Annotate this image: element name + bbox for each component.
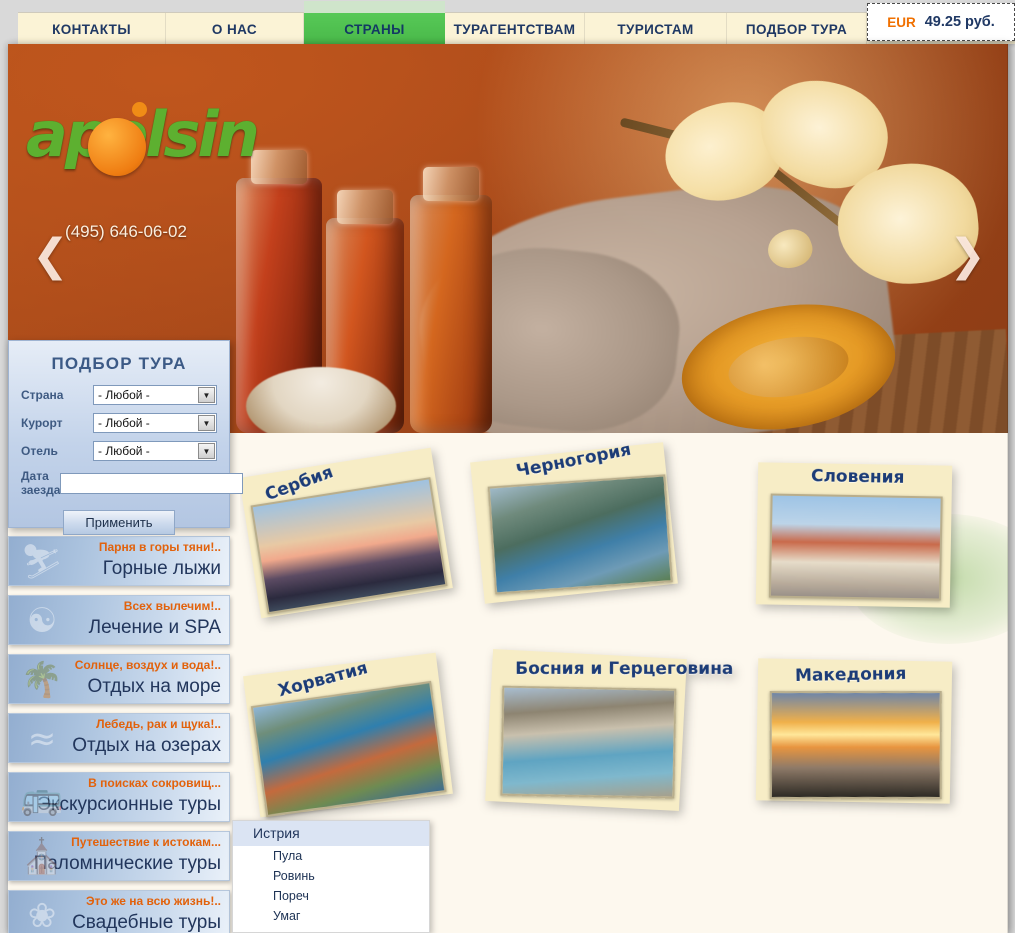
nav-tab-1[interactable]: КОНТАКТЫ (18, 13, 166, 45)
picker-field-label: Страна (21, 388, 93, 402)
banner-next-arrow-icon[interactable]: ❯ (949, 234, 986, 278)
country-stamp[interactable]: Черногория (460, 433, 688, 614)
chevron-down-icon[interactable]: ▼ (198, 415, 215, 431)
chevron-down-icon[interactable]: ▼ (198, 443, 215, 459)
stamp-photo (488, 474, 673, 594)
resort-dropdown-list: ПулаРовиньПоречУмаг (233, 846, 429, 926)
sidebar-item-tagline: Это же на всю жизнь!.. (9, 894, 221, 909)
nav-tab-5[interactable]: ТУРИСТАМ (585, 13, 727, 45)
banner-oil-bottle (410, 195, 492, 433)
resort-dropdown-header: Истрия (233, 821, 429, 846)
sidebar-item-label: Отдых на озерах (9, 732, 221, 759)
picker-field-label: Отель (21, 444, 93, 458)
sidebar-item-5[interactable]: 🚌В поисках сокровищ...Экскурсионные туры (8, 772, 230, 822)
tour-picker-fields: Страна- Любой -▼Курорт- Любой -▼Отель- Л… (21, 385, 217, 497)
stamp-country-label: Босния и Герцеговина (515, 659, 733, 679)
apply-button[interactable]: Применить (63, 510, 175, 535)
sidebar-item-label: Паломнические туры (9, 850, 221, 877)
stamp-photo (500, 686, 676, 799)
date-input[interactable] (60, 473, 243, 494)
sidebar-item-tagline: Солнце, воздух и вода!.. (9, 658, 221, 673)
resort-list-item[interactable]: Ровинь (233, 866, 429, 886)
sidebar-item-3[interactable]: 🌴Солнце, воздух и вода!..Отдых на море (8, 654, 230, 704)
banner-orchid-petal-pink (624, 104, 686, 158)
sidebar-item-tagline: Парня в горы тяни!.. (9, 540, 221, 555)
picker-field-row: Дата заезда (21, 469, 217, 497)
banner-prev-arrow-icon[interactable]: ❮ (32, 234, 69, 278)
sidebar-item-label: Горные лыжи (9, 555, 221, 582)
stamp-country-label: Македония (795, 664, 907, 686)
sidebar-item-label: Экскурсионные туры (9, 791, 221, 818)
sidebar-item-label: Лечение и SPA (9, 614, 221, 641)
picker-field-row: Отель - Любой - ▼ (21, 441, 217, 461)
sidebar-item-label: Отдых на море (9, 673, 221, 700)
picker-select-2[interactable]: - Любой - ▼ (93, 413, 217, 433)
category-sidebar: ⛷Парня в горы тяни!..Горные лыжи ☯Всех вы… (8, 536, 230, 933)
country-stamp[interactable]: Босния и Герцеговина (476, 640, 697, 821)
page-root: КОНТАКТЫО НАССТРАНЫТУРАГЕНТСТВАМТУРИСТАМ… (0, 0, 1015, 933)
picker-select-3[interactable]: - Любой - ▼ (93, 441, 217, 461)
nav-tab-2[interactable]: О НАС (166, 13, 304, 45)
tour-picker-panel: ПОДБОР ТУРА Страна- Любой -▼Курорт- Любо… (8, 340, 230, 528)
country-stamp[interactable]: Словения (747, 453, 962, 617)
resort-list-item[interactable]: Пула (233, 846, 429, 866)
resort-list-item[interactable]: Пореч (233, 886, 429, 906)
nav-tab-3[interactable]: СТРАНЫ (304, 13, 445, 45)
picker-field-row: Курорт - Любой - ▼ (21, 413, 217, 433)
sidebar-item-tagline: Лебедь, рак и щука!.. (9, 717, 221, 732)
sidebar-item-4[interactable]: ≈Лебедь, рак и щука!..Отдых на озерах (8, 713, 230, 763)
sidebar-item-1[interactable]: ⛷Парня в горы тяни!..Горные лыжи (8, 536, 230, 586)
picker-field-label: Курорт (21, 416, 93, 430)
top-navigation: КОНТАКТЫО НАССТРАНЫТУРАГЕНТСТВАМТУРИСТАМ… (0, 0, 1015, 44)
currency-code: EUR (887, 15, 916, 30)
picker-select-value: - Любой - (98, 444, 150, 458)
sidebar-item-tagline: Путешествие к истокам... (9, 835, 221, 850)
nav-tabs: КОНТАКТЫО НАССТРАНЫТУРАГЕНТСТВАМТУРИСТАМ… (18, 12, 1015, 44)
banner-orchid-petal-pink (854, 200, 946, 278)
country-stamp[interactable]: Македония (747, 649, 962, 813)
picker-field-row: Страна - Любой - ▼ (21, 385, 217, 405)
sidebar-item-tagline: Всех вылечим!.. (9, 599, 221, 614)
nav-tab-4[interactable]: ТУРАГЕНТСТВАМ (445, 13, 585, 45)
currency-rate-box: EUR 49.25 руб. (867, 3, 1015, 41)
banner-orchid-petal-pink (780, 106, 858, 172)
stamp-photo (770, 691, 942, 799)
resort-dropdown[interactable]: Истрия ПулаРовиньПоречУмаг (232, 820, 430, 933)
sidebar-item-6[interactable]: ⛪Путешествие к истокам...Паломнические т… (8, 831, 230, 881)
nav-tab-6[interactable]: ПОДБОР ТУРА (727, 13, 867, 45)
sidebar-item-2[interactable]: ☯Всех вылечим!..Лечение и SPA (8, 595, 230, 645)
currency-rate-value: 49.25 руб. (925, 14, 995, 30)
picker-field-label: Дата заезда (21, 469, 60, 497)
stamp-country-label: Словения (811, 466, 905, 488)
column-right-shadow (1007, 44, 1015, 933)
country-stamp[interactable]: Сербия (240, 437, 463, 628)
picker-select-value: - Любой - (98, 388, 150, 402)
sidebar-item-tagline: В поисках сокровищ... (9, 776, 221, 791)
chevron-down-icon[interactable]: ▼ (198, 387, 215, 403)
sidebar-item-7[interactable]: ❀Это же на всю жизнь!..Свадебные туры (8, 890, 230, 933)
tour-picker-title: ПОДБОР ТУРА (21, 354, 217, 374)
country-stamp[interactable]: Хорватия (240, 643, 463, 828)
resort-list-item[interactable]: Умаг (233, 906, 429, 926)
picker-select-value: - Любой - (98, 416, 150, 430)
stamp-photo (769, 494, 943, 601)
picker-select-1[interactable]: - Любой - ▼ (93, 385, 217, 405)
sidebar-item-label: Свадебные туры (9, 909, 221, 933)
